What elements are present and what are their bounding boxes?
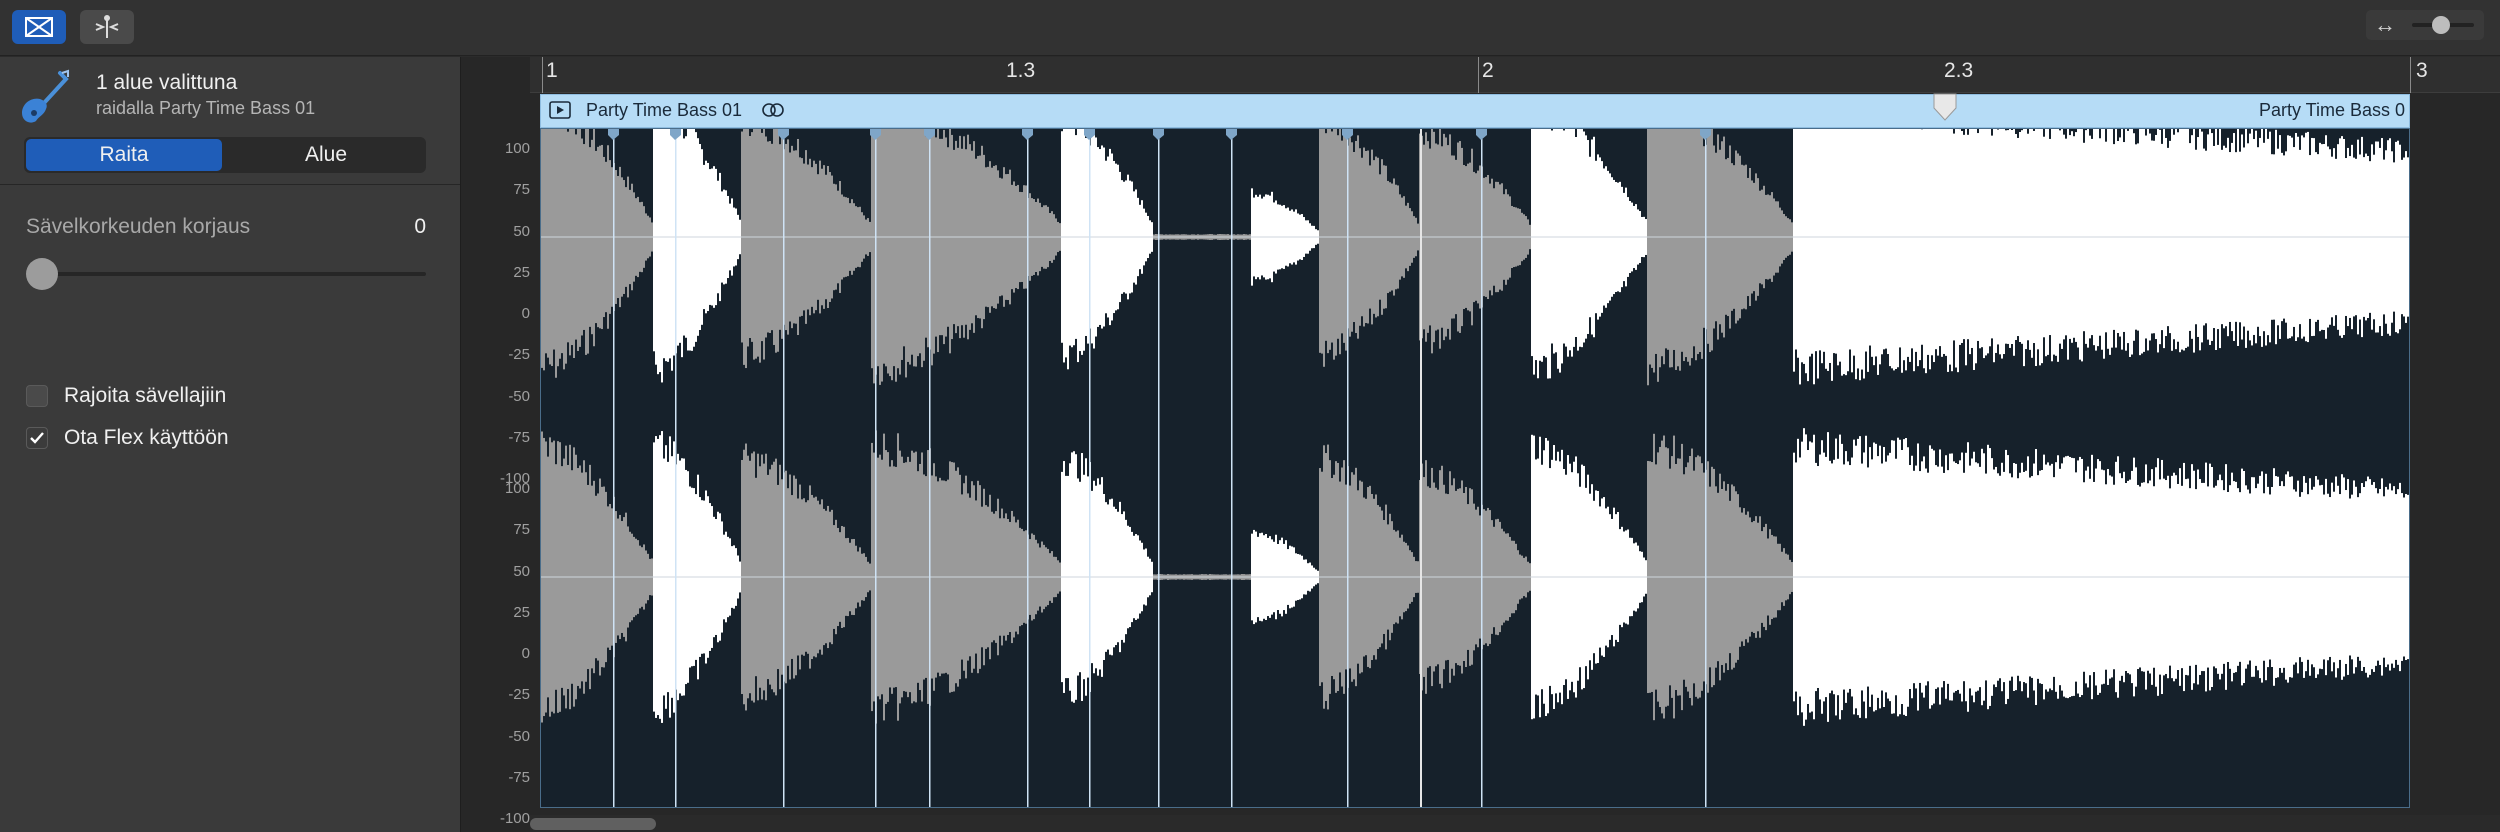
pitch-correction-slider[interactable] bbox=[26, 258, 58, 290]
pitch-correction-label: Sävelkorkeuden korjaus bbox=[26, 215, 251, 238]
pitch-correction-value: 0 bbox=[414, 215, 426, 238]
scale-tick: -25 bbox=[508, 686, 530, 704]
scale-tick: 100 bbox=[504, 140, 530, 157]
loop-icon bbox=[762, 103, 784, 117]
enable-flex-label: Ota Flex käyttöön bbox=[64, 426, 229, 449]
region-header[interactable]: Party Time Bass 01 Party Time Bass 0 bbox=[540, 94, 2410, 128]
flex-marker[interactable] bbox=[1022, 129, 1033, 140]
scale-tick: 75 bbox=[513, 521, 530, 539]
limit-to-key-checkbox[interactable] bbox=[26, 385, 48, 407]
scale-tick: -75 bbox=[508, 428, 530, 446]
scale-tick: 75 bbox=[513, 181, 530, 199]
scrollbar-thumb[interactable] bbox=[530, 818, 656, 830]
selection-title: 1 alue valittuna bbox=[96, 71, 238, 94]
flex-marker[interactable] bbox=[1476, 129, 1487, 140]
app-window: ↔ 1 alue valittuna raidalla Party Time B… bbox=[0, 0, 2500, 832]
region-name-right: Party Time Bass 0 bbox=[2258, 100, 2405, 120]
inspector-tabs: Raita Alue bbox=[24, 137, 426, 173]
ruler-marker-1-3: 1.3 bbox=[1006, 59, 1036, 82]
enable-flex-row[interactable]: Ota Flex käyttöön bbox=[26, 425, 229, 451]
waveform-svg[interactable] bbox=[541, 88, 2409, 807]
tab-alue[interactable]: Alue bbox=[228, 139, 424, 171]
limit-to-key-row[interactable]: Rajoita sävellajiin bbox=[26, 383, 226, 409]
horizontal-zoom-icon: ↔ bbox=[2374, 12, 2396, 37]
amplitude-scale: 100 75 50 25 0 -25 -50 -75 -100 100 75 50 25 0 -25 -50 -… bbox=[470, 128, 530, 827]
flex-icon bbox=[25, 17, 53, 37]
scale-tick: 100 bbox=[504, 480, 530, 497]
horizontal-zoom-control[interactable]: ↔ bbox=[2366, 10, 2484, 40]
zoom-slider-knob[interactable] bbox=[2432, 16, 2450, 34]
scale-tick: -100 bbox=[499, 810, 530, 827]
ruler-marker-3: 3 bbox=[2416, 59, 2428, 82]
scale-tick: 0 bbox=[521, 305, 530, 322]
region-name: Party Time Bass 01 bbox=[586, 100, 743, 120]
flex-marker[interactable] bbox=[1226, 129, 1237, 140]
scale-tick: 25 bbox=[513, 603, 530, 621]
flex-marker[interactable] bbox=[608, 129, 619, 140]
checkmark-icon bbox=[30, 432, 44, 444]
ruler[interactable]: 1 1.3 2 2.3 3 bbox=[530, 57, 2500, 93]
bass-guitar-icon bbox=[22, 69, 69, 123]
pitch-correction-track[interactable] bbox=[26, 272, 426, 276]
flex-tool-button[interactable] bbox=[80, 10, 134, 44]
scale-tick: -75 bbox=[508, 768, 530, 786]
horizontal-scrollbar[interactable] bbox=[530, 815, 2500, 832]
scale-tick: -25 bbox=[508, 346, 530, 364]
inspector-panel: 1 alue valittuna raidalla Party Time Bas… bbox=[0, 57, 460, 832]
enable-flex-checkbox[interactable] bbox=[26, 427, 48, 449]
toolbar: ↔ bbox=[0, 0, 2500, 56]
selection-info: 1 alue valittuna raidalla Party Time Bas… bbox=[0, 57, 460, 185]
inspector-body: Sävelkorkeuden korjaus 0 Rajoita sävella… bbox=[0, 185, 460, 832]
scale-tick: 50 bbox=[513, 222, 530, 240]
ruler-marker-1: 1 bbox=[546, 59, 558, 82]
ruler-marker-2-3: 2.3 bbox=[1944, 59, 1974, 82]
region-play-icon bbox=[549, 101, 571, 119]
playhead-handle[interactable] bbox=[1932, 92, 1958, 122]
waveform-display[interactable] bbox=[540, 88, 2410, 808]
scale-tick: -50 bbox=[508, 387, 530, 405]
flex-tool-icon bbox=[95, 15, 119, 38]
tab-raita[interactable]: Raita bbox=[26, 139, 222, 171]
limit-to-key-label: Rajoita sävellajiin bbox=[64, 384, 227, 407]
flex-button[interactable] bbox=[12, 10, 66, 44]
flex-marker[interactable] bbox=[1153, 129, 1164, 140]
ruler-marker-2: 2 bbox=[1482, 59, 1494, 82]
scale-tick: 50 bbox=[513, 562, 530, 580]
scale-tick: 25 bbox=[513, 263, 530, 281]
flex-marker[interactable] bbox=[778, 129, 789, 140]
scale-tick: -50 bbox=[508, 727, 530, 745]
scale-tick: 0 bbox=[521, 645, 530, 662]
selection-subtitle: raidalla Party Time Bass 01 bbox=[96, 98, 316, 118]
